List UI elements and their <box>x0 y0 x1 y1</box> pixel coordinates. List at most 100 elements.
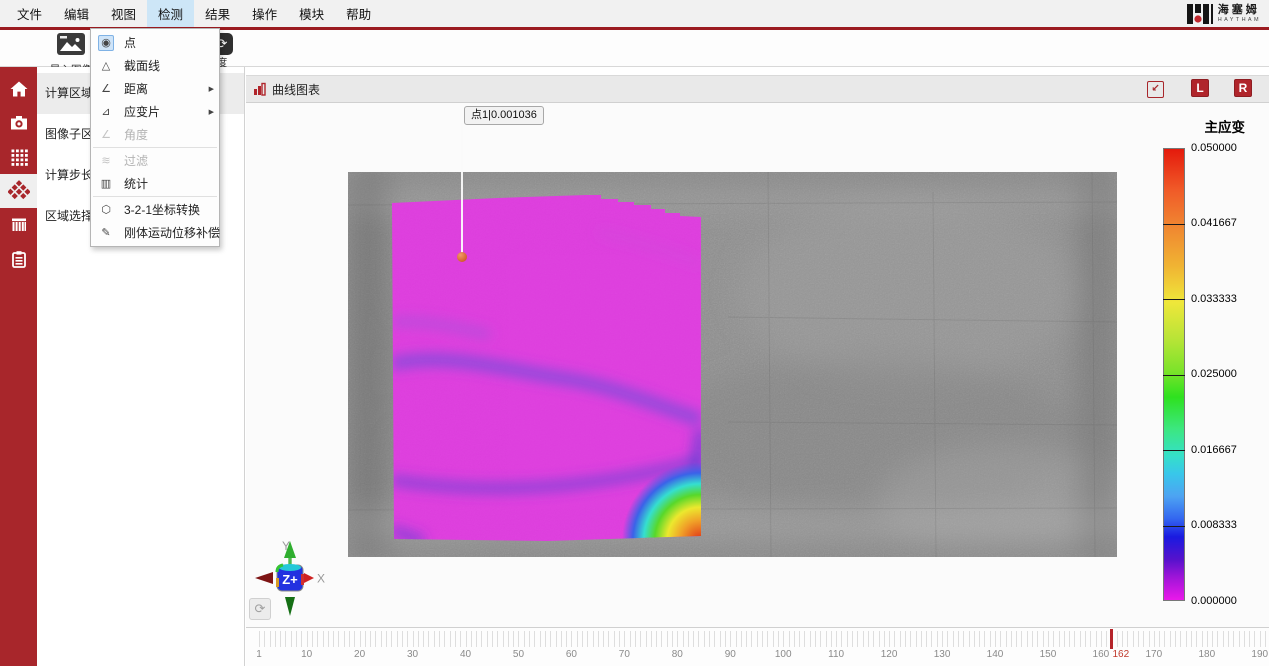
timeline-tick <box>926 631 927 647</box>
timeline-tick <box>1048 631 1049 647</box>
timeline-tick <box>884 631 885 647</box>
menu-item-distance[interactable]: ∠距离▶ <box>91 77 219 100</box>
timeline-tick <box>683 631 684 647</box>
timeline-tick <box>466 631 467 647</box>
timeline-tick <box>1000 631 1001 647</box>
application-window: 文件编辑视图检测结果操作模块帮助 海塞姆 HAYTHAM <box>0 0 1269 666</box>
timeline-tick <box>1127 631 1128 647</box>
menu-item-section-line[interactable]: △截面线 <box>91 54 219 77</box>
menubar-item-帮助[interactable]: 帮助 <box>335 0 382 27</box>
menu-item-label: 统计 <box>124 175 148 192</box>
timeline-tick <box>317 631 318 647</box>
timeline-tick <box>1223 631 1224 647</box>
timeline-tick <box>571 631 572 647</box>
logo-mark <box>1187 3 1213 25</box>
restore-view-button[interactable]: ↙ <box>1147 81 1164 98</box>
timeline-tick <box>736 631 737 647</box>
strain-overlay <box>392 195 702 542</box>
menubar-item-文件[interactable]: 文件 <box>6 0 53 27</box>
timeline-tick <box>1196 631 1197 647</box>
strain-hotspot <box>622 462 702 542</box>
timeline-tick <box>375 631 376 647</box>
timeline-tick <box>328 631 329 647</box>
timeline-tick <box>354 631 355 647</box>
timeline-tick <box>365 631 366 647</box>
reset-view-button[interactable]: ⟳ <box>249 598 271 620</box>
timeline-tick-label: 50 <box>513 649 524 660</box>
sidebar-item-report[interactable] <box>0 242 37 276</box>
timeline-tick <box>947 631 948 647</box>
left-camera-button[interactable]: L <box>1191 79 1209 97</box>
menubar-item-检测[interactable]: 检测 <box>147 0 194 27</box>
right-camera-button[interactable]: R <box>1234 79 1252 97</box>
point-marker[interactable] <box>457 252 467 262</box>
timeline-tick <box>1106 631 1107 647</box>
timeline-tick <box>1244 631 1245 647</box>
timeline-tick <box>984 631 985 647</box>
point-value-tag[interactable]: 点1|0.001036 <box>464 106 544 125</box>
timeline-tick <box>868 631 869 647</box>
frame-timeline[interactable]: 1102030405060708090100110120130140150160… <box>246 627 1269 666</box>
timeline-tick <box>963 631 964 647</box>
menu-separator <box>93 196 217 197</box>
timeline-tick <box>413 631 414 647</box>
timeline-tick <box>1059 631 1060 647</box>
timeline-tick <box>931 631 932 647</box>
timeline-tick <box>1175 631 1176 647</box>
timeline-tick <box>783 631 784 647</box>
timeline-tick <box>333 631 334 647</box>
timeline-tick <box>338 631 339 647</box>
timeline-tick <box>900 631 901 647</box>
menu-item-label: 3-2-1坐标转换 <box>124 201 200 218</box>
sidebar-item-home[interactable] <box>0 72 37 106</box>
sidebar-item-calibration-board[interactable] <box>0 208 37 242</box>
timeline-tick <box>1138 631 1139 647</box>
current-frame-marker[interactable] <box>1110 629 1113 649</box>
distance-icon: ∠ <box>98 81 114 97</box>
timeline-tick <box>873 631 874 647</box>
sidebar-item-camera[interactable] <box>0 106 37 140</box>
timeline-tick <box>1122 631 1123 647</box>
timeline-tick <box>672 631 673 647</box>
menubar-item-模块[interactable]: 模块 <box>288 0 335 27</box>
timeline-tick <box>630 631 631 647</box>
timeline-tick-label: 60 <box>566 649 577 660</box>
timeline-tick <box>794 631 795 647</box>
menubar-item-操作[interactable]: 操作 <box>241 0 288 27</box>
colorbar-tick <box>1163 224 1185 225</box>
menubar-item-编辑[interactable]: 编辑 <box>53 0 100 27</box>
menu-item-point[interactable]: ◉点 <box>91 31 219 54</box>
timeline-tick <box>370 631 371 647</box>
menu-item-coordinate-transform[interactable]: ⬡3-2-1坐标转换 <box>91 198 219 221</box>
menu-item-rigid-body-compensation[interactable]: ✎刚体运动位移补偿 <box>91 221 219 244</box>
timeline-tick <box>953 631 954 647</box>
timeline-tick <box>879 631 880 647</box>
timeline-tick <box>1154 631 1155 647</box>
timeline-tick <box>1159 631 1160 647</box>
timeline-tick <box>635 631 636 647</box>
menu-item-statistics[interactable]: ▥统计 <box>91 172 219 195</box>
timeline-tick <box>285 631 286 647</box>
menubar-item-视图[interactable]: 视图 <box>100 0 147 27</box>
specimen-image[interactable] <box>348 172 1117 557</box>
timeline-tick <box>688 631 689 647</box>
timeline-tick <box>1080 631 1081 647</box>
timeline-tick <box>529 631 530 647</box>
timeline-tick <box>513 631 514 647</box>
timeline-tick-label: 110 <box>828 649 844 660</box>
timeline-tick <box>741 631 742 647</box>
sidebar-item-speckle[interactable] <box>0 174 37 208</box>
timeline-tick <box>804 631 805 647</box>
menu-item-strain-gauge[interactable]: ⊿应变片▶ <box>91 100 219 123</box>
timeline-tick <box>730 631 731 647</box>
menubar-item-结果[interactable]: 结果 <box>194 0 241 27</box>
timeline-tick <box>990 631 991 647</box>
plumb-wire <box>461 123 463 256</box>
timeline-tick <box>1143 631 1144 647</box>
timeline-tick <box>1186 631 1187 647</box>
sidebar-item-subset-grid[interactable] <box>0 140 37 174</box>
timeline-tick <box>751 631 752 647</box>
timeline-tick <box>799 631 800 647</box>
timeline-tick <box>545 631 546 647</box>
timeline-tick-label: 130 <box>934 649 951 660</box>
